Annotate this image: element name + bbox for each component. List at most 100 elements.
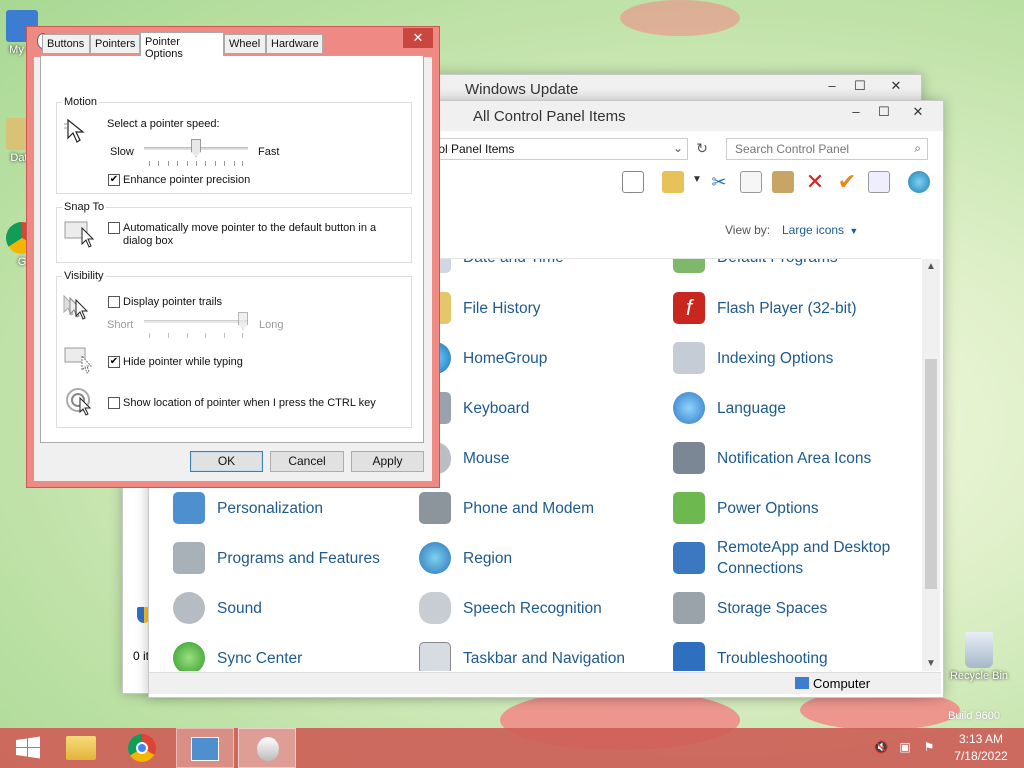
enhance-precision-label: Enhance pointer precision xyxy=(123,174,251,186)
check-mark-icon: ✔ xyxy=(109,174,119,185)
action-center-icon[interactable]: ⚑ xyxy=(920,740,938,754)
snap-to-label-line-2: dialog box xyxy=(123,235,174,247)
maximize-button[interactable]: ☐ xyxy=(847,77,873,95)
remoteapp-icon xyxy=(673,542,705,574)
wallpaper-petal xyxy=(620,0,740,36)
pointer-trails-checkbox[interactable] xyxy=(108,296,120,308)
chrome-center xyxy=(136,742,148,754)
taskbar: 🔇 ▣ ⚑ 3:13 AM 7/18/2022 xyxy=(0,728,1024,768)
tab-hardware[interactable]: Hardware xyxy=(266,34,323,54)
tab-wheel[interactable]: Wheel xyxy=(224,34,266,54)
motion-group-title: Motion xyxy=(62,96,100,108)
clock-time: 3:13 AM xyxy=(958,732,1004,746)
ok-button[interactable]: OK xyxy=(190,451,263,472)
hide-pointer-checkbox[interactable]: ✔ xyxy=(108,356,120,368)
cp-item-remoteapp[interactable]: RemoteApp and Desktop Connections xyxy=(673,538,913,578)
cp-item-default-programs[interactable]: Default Programs xyxy=(673,259,838,277)
minimize-button[interactable]: – xyxy=(843,103,869,121)
rename-icon[interactable] xyxy=(868,171,890,193)
window-title: All Control Panel Items xyxy=(473,108,626,125)
close-button[interactable]: ✕ xyxy=(403,28,433,48)
cp-item-notification-area-icons[interactable]: Notification Area Icons xyxy=(673,438,871,478)
taskbar-icon xyxy=(419,642,451,671)
preview-pane-icon[interactable] xyxy=(622,171,644,193)
view-by-dropdown[interactable]: Large icons ▼ xyxy=(782,223,858,237)
taskbar-control-panel[interactable] xyxy=(176,728,234,768)
tab-pointers[interactable]: Pointers xyxy=(90,34,140,54)
show-location-checkbox[interactable] xyxy=(108,397,120,409)
search-input[interactable]: Search Control Panel ⌕ xyxy=(726,138,928,160)
close-button[interactable]: ✕ xyxy=(873,77,919,95)
chevron-down-icon[interactable]: ▼ xyxy=(692,174,702,185)
cp-item-speech-recognition[interactable]: Speech Recognition xyxy=(419,588,602,628)
vertical-scrollbar[interactable]: ▲ ▼ xyxy=(922,259,940,671)
close-button[interactable]: ✕ xyxy=(895,103,941,121)
troubleshooting-icon xyxy=(673,642,705,671)
tab-label: Wheel xyxy=(229,38,261,50)
cp-item-taskbar-and-navigation[interactable]: Taskbar and Navigation xyxy=(419,638,625,671)
cut-icon[interactable]: ✂ xyxy=(708,171,730,193)
tab-pointer-options[interactable]: Pointer Options xyxy=(140,32,224,60)
short-label: Short xyxy=(107,319,134,331)
cp-item-language[interactable]: Language xyxy=(673,388,786,428)
slow-label: Slow xyxy=(110,146,134,158)
cancel-button[interactable]: Cancel xyxy=(270,451,344,472)
cp-item-region[interactable]: Region xyxy=(419,538,512,578)
taskbar-chrome[interactable] xyxy=(114,728,172,768)
volume-muted-icon[interactable]: 🔇 xyxy=(872,740,890,754)
status-location: Computer xyxy=(813,676,871,691)
checkmark-icon[interactable]: ✔ xyxy=(836,171,858,193)
cp-item-date-and-time[interactable]: Date and Time xyxy=(419,259,564,277)
pointer-speed-ticks xyxy=(149,161,243,166)
cp-item-sound[interactable]: Sound xyxy=(173,588,262,628)
clock[interactable]: 3:13 AM 7/18/2022 xyxy=(946,732,1016,763)
desktop-icon-label: Recycle Bin xyxy=(949,670,1009,682)
desktop-icon-recycle-bin[interactable]: Recycle Bin xyxy=(946,632,1012,682)
computer-icon xyxy=(795,677,809,689)
delete-icon[interactable]: ✕ xyxy=(804,171,826,193)
default-programs-icon xyxy=(673,259,705,273)
minimize-button[interactable]: – xyxy=(819,77,845,95)
scroll-up-icon[interactable]: ▲ xyxy=(922,261,940,272)
view-by-label: View by: xyxy=(725,223,771,237)
cp-item-phone-and-modem[interactable]: Phone and Modem xyxy=(419,488,594,528)
pointer-trails-icon xyxy=(62,294,92,322)
cp-item-troubleshooting[interactable]: Troubleshooting xyxy=(673,638,828,671)
build-watermark: Build 9600 xyxy=(948,710,1000,722)
start-button[interactable] xyxy=(0,728,58,768)
cp-item-programs-and-features[interactable]: Programs and Features xyxy=(173,538,380,578)
enhance-precision-checkbox[interactable]: ✔ xyxy=(108,174,120,186)
network-icon[interactable]: ▣ xyxy=(896,740,914,754)
properties-icon[interactable] xyxy=(662,171,684,193)
address-bar[interactable]: trol Panel Items ⌄ xyxy=(424,138,688,160)
chevron-down-icon[interactable]: ⌄ xyxy=(673,141,683,155)
scroll-down-icon[interactable]: ▼ xyxy=(922,658,940,669)
apply-button[interactable]: Apply xyxy=(351,451,424,472)
snap-to-group xyxy=(56,207,412,263)
copy-icon[interactable] xyxy=(740,171,762,193)
programs-features-icon xyxy=(173,542,205,574)
status-text: 0 it xyxy=(133,649,150,663)
fast-label: Fast xyxy=(258,146,280,158)
scrollbar-thumb[interactable] xyxy=(925,359,937,589)
taskbar-mouse-properties[interactable] xyxy=(238,728,296,768)
flash-player-icon: f xyxy=(673,292,705,324)
paste-icon[interactable] xyxy=(772,171,794,193)
sound-icon xyxy=(173,592,205,624)
search-icon[interactable]: ⌕ xyxy=(914,141,921,156)
trail-length-slider xyxy=(144,320,248,323)
cp-item-power-options[interactable]: Power Options xyxy=(673,488,819,528)
tab-buttons[interactable]: Buttons xyxy=(42,34,90,54)
pointer-speed-label: Select a pointer speed: xyxy=(107,118,220,130)
cp-item-sync-center[interactable]: Sync Center xyxy=(173,638,302,671)
cp-item-indexing-options[interactable]: Indexing Options xyxy=(673,338,833,378)
snap-to-icon xyxy=(64,220,95,248)
cp-item-flash-player[interactable]: f Flash Player (32-bit) xyxy=(673,288,857,328)
maximize-button[interactable]: ☐ xyxy=(871,103,897,121)
snap-to-checkbox[interactable] xyxy=(108,222,120,234)
globe-icon[interactable] xyxy=(908,171,930,193)
taskbar-file-explorer[interactable] xyxy=(52,728,110,768)
cp-item-personalization[interactable]: Personalization xyxy=(173,488,323,528)
cp-item-storage-spaces[interactable]: Storage Spaces xyxy=(673,588,827,628)
refresh-icon[interactable]: ↻ xyxy=(692,140,712,160)
